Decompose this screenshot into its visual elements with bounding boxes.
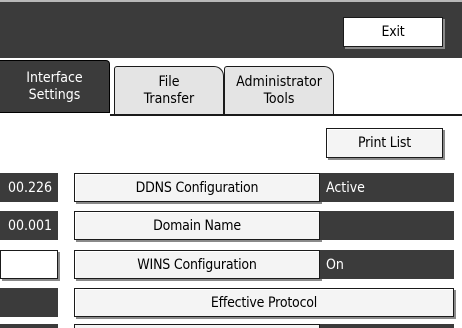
partial-row-value	[0, 324, 58, 328]
ddns-status-value: Active	[320, 173, 454, 202]
tab-label-line2: Settings	[28, 86, 81, 103]
tab-label-line1: Administrator	[236, 74, 322, 90]
domain-name-button[interactable]: Domain Name	[74, 211, 320, 240]
tab-interface-settings[interactable]: Interface Settings	[0, 60, 110, 113]
ddns-configuration-button[interactable]: DDNS Configuration	[74, 173, 320, 202]
gateway-address-value: 00.001	[0, 211, 58, 240]
partial-row-status	[320, 324, 454, 328]
ip-address-value: 00.226	[0, 173, 58, 202]
tab-file-transfer[interactable]: File Transfer	[114, 66, 224, 115]
tab-administrator-tools[interactable]: Administrator Tools	[224, 66, 334, 115]
tab-label-line2: Transfer	[143, 91, 195, 107]
wins-status-value: On	[320, 250, 454, 279]
domain-name-value	[320, 211, 454, 240]
left-setting-button[interactable]	[0, 250, 58, 279]
partial-row-button[interactable]	[74, 324, 320, 328]
wins-configuration-button[interactable]: WINS Configuration	[74, 250, 320, 279]
exit-button[interactable]: Exit	[343, 17, 443, 47]
left-setting-value	[0, 288, 58, 317]
tab-label-line1: Interface	[26, 69, 83, 86]
tab-label-line1: File	[158, 74, 180, 90]
tab-label-line2: Tools	[263, 91, 295, 107]
effective-protocol-button[interactable]: Effective Protocol	[74, 288, 454, 317]
print-list-button[interactable]: Print List	[326, 128, 443, 158]
